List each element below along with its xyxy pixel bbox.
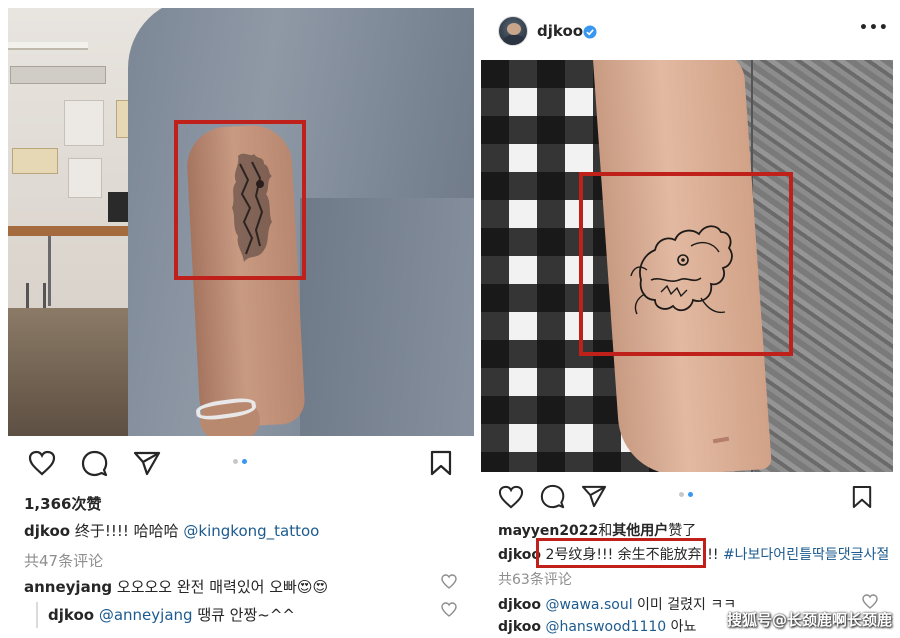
tattoo-highlight-box [174, 120, 306, 280]
caption-mention[interactable]: @kingkong_tattoo [183, 522, 319, 540]
liked-by-user[interactable]: mayyen2022 [498, 523, 598, 539]
header-username[interactable]: djkoo [537, 22, 583, 40]
caption-text: 终于!!!! 哈哈哈 [70, 522, 184, 540]
ceiling-light [8, 42, 88, 50]
reply-mention[interactable]: @anneyjang [99, 606, 193, 624]
liked-by: mayyen2022和其他用户赞了 [498, 520, 696, 540]
reply-thread-line [36, 602, 38, 628]
carousel-dots [233, 459, 247, 464]
verified-badge-icon [583, 25, 597, 39]
comment-mention[interactable]: @wawa.soul [545, 597, 632, 613]
comment-like-heart-icon[interactable] [441, 574, 457, 593]
comment-icon[interactable] [540, 484, 565, 509]
reply-username[interactable]: djkoo [48, 606, 94, 624]
liked-by-suffix: 赞了 [668, 523, 697, 539]
more-options-icon[interactable]: ••• [859, 20, 889, 36]
comment-username[interactable]: djkoo [498, 619, 541, 635]
comment-icon[interactable] [81, 450, 108, 477]
like-count[interactable]: 1,366次赞 [24, 493, 101, 514]
carousel-dot-active [688, 492, 693, 497]
carousel-dots [679, 492, 693, 497]
carousel-dot [233, 459, 238, 464]
bookmark-save-icon[interactable] [430, 450, 452, 476]
view-comments-link[interactable]: 共63条评论 [498, 569, 572, 589]
share-send-icon[interactable] [133, 451, 161, 476]
comment-username[interactable]: djkoo [498, 597, 541, 613]
caption-hashtag[interactable]: #나보다어린틀딱들댓글사절 [723, 547, 889, 563]
desk-leg [48, 236, 51, 306]
comment-username[interactable]: anneyjang [24, 578, 112, 596]
caption-username[interactable]: djkoo [498, 547, 541, 563]
watermark: 搜狐号@长颈鹿啊长颈鹿 [726, 611, 892, 629]
comment-mention[interactable]: @hanswood1110 [545, 619, 666, 635]
wall-sketch [64, 100, 104, 146]
shirt-hem [300, 198, 474, 436]
avatar[interactable] [498, 16, 528, 46]
caption: djkoo 终于!!!! 哈哈哈 @kingkong_tattoo [24, 520, 319, 541]
comment-text: 이미 걸렸지 ㅋㅋ [632, 597, 737, 613]
reply-like-heart-icon[interactable] [441, 602, 457, 621]
comment-text: 아뇨 [666, 619, 697, 635]
comment-row: djkoo @hanswood1110 아뇨 [498, 616, 696, 636]
view-comments-link[interactable]: 共47条评论 [24, 550, 103, 571]
right-post: djkoo ••• mayyen2022和其他用户赞了 djkoo 2号纹身!!… [481, 8, 895, 638]
comment-emoji: 😍😍 [296, 578, 329, 596]
wall-sketch [68, 158, 102, 198]
carousel-dot-active [242, 459, 247, 464]
comment-row: anneyjang 오오오오 완전 매력있어 오빠😍😍 [24, 576, 328, 597]
share-send-icon[interactable] [581, 485, 607, 508]
like-heart-icon[interactable] [28, 450, 56, 476]
air-conditioner [10, 66, 106, 84]
tattoo-highlight-box [579, 172, 793, 356]
left-post: 1,366次赞 djkoo 终于!!!! 哈哈哈 @kingkong_tatto… [8, 8, 474, 630]
like-heart-icon[interactable] [498, 485, 524, 509]
reply-row: djkoo @anneyjang 땡큐 안짱~^^ [48, 604, 295, 625]
comment-row: djkoo @wawa.soul 이미 걸렸지 ㅋㅋ [498, 594, 736, 614]
liked-by-others[interactable]: 其他用户 [612, 523, 668, 539]
bookmark-save-icon[interactable] [852, 485, 872, 509]
comment-text: 오오오오 완전 매력있어 오빠 [112, 578, 297, 596]
caption-highlight-box [536, 538, 706, 568]
liked-by-connector: 和 [598, 523, 613, 539]
reply-text: 땡큐 안짱~^^ [192, 606, 295, 624]
carousel-dot [679, 492, 684, 497]
caption-username[interactable]: djkoo [24, 522, 70, 540]
wall-poster [12, 148, 58, 174]
